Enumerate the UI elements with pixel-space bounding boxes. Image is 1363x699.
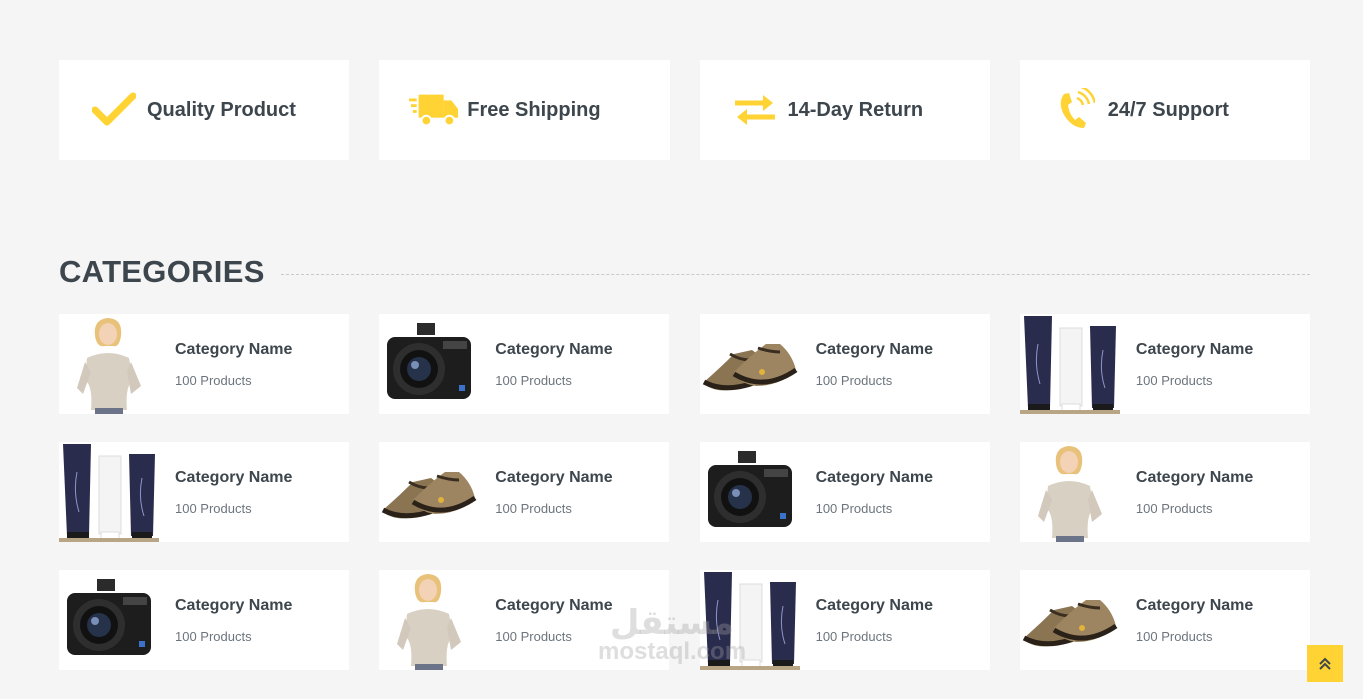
category-count: 100 Products bbox=[175, 372, 252, 388]
feature-support: 24/7 Support bbox=[1019, 60, 1310, 160]
category-count: 100 Products bbox=[495, 500, 572, 516]
category-count: 100 Products bbox=[495, 628, 572, 644]
category-image bbox=[379, 442, 479, 542]
category-count: 100 Products bbox=[1135, 628, 1213, 644]
feature-label: Quality Product bbox=[147, 98, 296, 121]
category-card[interactable]: Category Name 100 Products bbox=[1019, 570, 1310, 670]
category-card[interactable]: Category Name 100 Products bbox=[59, 314, 349, 414]
category-count: 100 Products bbox=[815, 372, 893, 388]
category-count: 100 Products bbox=[495, 372, 572, 388]
category-count: 100 Products bbox=[175, 628, 252, 644]
category-info: Category Name 100 Products bbox=[816, 469, 933, 516]
category-count: 100 Products bbox=[815, 628, 893, 644]
category-name[interactable]: Category Name bbox=[175, 341, 292, 359]
category-info: Category Name 100 Products bbox=[175, 597, 292, 644]
category-name[interactable]: Category Name bbox=[495, 597, 612, 615]
feature-label: 24/7 Support bbox=[1107, 98, 1229, 121]
category-card[interactable]: Category Name 100 Products bbox=[379, 314, 670, 414]
category-image bbox=[1020, 570, 1120, 670]
category-image bbox=[1020, 442, 1120, 542]
category-image bbox=[1019, 314, 1120, 414]
category-card[interactable]: Category Name 100 Products bbox=[1019, 314, 1310, 414]
feature-return: 14-Day Return bbox=[699, 60, 990, 160]
category-count: 100 Products bbox=[1135, 500, 1213, 516]
category-image bbox=[59, 442, 159, 542]
watermark: مستقل mostaql.com bbox=[598, 606, 746, 664]
category-card[interactable]: Category Name 100 Products bbox=[379, 442, 670, 542]
categories-header: CATEGORIES bbox=[59, 252, 1310, 292]
watermark-latin: mostaql.com bbox=[598, 638, 747, 665]
feature-label: 14-Day Return bbox=[787, 98, 924, 121]
category-count: 100 Products bbox=[1135, 372, 1213, 388]
phone-icon bbox=[1050, 85, 1100, 135]
category-name[interactable]: Category Name bbox=[495, 469, 612, 487]
category-info: Category Name 100 Products bbox=[495, 341, 612, 388]
category-info: Category Name 100 Products bbox=[1136, 597, 1253, 644]
category-info: Category Name 100 Products bbox=[816, 341, 933, 388]
category-info: Category Name 100 Products bbox=[1136, 469, 1253, 516]
category-name[interactable]: Category Name bbox=[1136, 597, 1253, 615]
feature-shipping: Free Shipping bbox=[379, 60, 670, 160]
category-name[interactable]: Category Name bbox=[816, 597, 933, 615]
category-info: Category Name 100 Products bbox=[1136, 341, 1253, 388]
feature-quality: Quality Product bbox=[59, 60, 350, 160]
category-card[interactable]: Category Name 100 Products bbox=[1019, 442, 1310, 542]
category-image bbox=[379, 570, 479, 670]
category-name[interactable]: Category Name bbox=[1136, 469, 1253, 487]
category-count: 100 Products bbox=[175, 500, 252, 516]
category-info: Category Name 100 Products bbox=[816, 597, 933, 644]
category-image bbox=[59, 314, 159, 414]
category-name[interactable]: Category Name bbox=[175, 469, 292, 487]
category-name[interactable]: Category Name bbox=[816, 341, 933, 359]
category-card[interactable]: Category Name 100 Products bbox=[699, 314, 990, 414]
category-count: 100 Products bbox=[815, 500, 893, 516]
category-info: Category Name 100 Products bbox=[175, 341, 292, 388]
check-icon bbox=[89, 85, 139, 135]
category-info: Category Name 100 Products bbox=[495, 597, 612, 644]
truck-icon bbox=[409, 85, 459, 135]
category-name[interactable]: Category Name bbox=[495, 341, 612, 359]
category-image bbox=[700, 314, 800, 414]
features-bar: Quality Product Free Shipping 14-Day Ret… bbox=[59, 60, 1310, 160]
category-card[interactable]: Category Name 100 Products bbox=[59, 442, 349, 542]
category-image bbox=[379, 314, 479, 414]
feature-label: Free Shipping bbox=[467, 98, 601, 121]
category-image bbox=[59, 570, 159, 670]
category-name[interactable]: Category Name bbox=[1136, 341, 1253, 359]
exchange-icon bbox=[730, 85, 780, 135]
category-image bbox=[700, 442, 800, 542]
category-info: Category Name 100 Products bbox=[175, 469, 292, 516]
section-title: CATEGORIES bbox=[59, 254, 265, 289]
category-card[interactable]: Category Name 100 Products bbox=[699, 442, 990, 542]
category-name[interactable]: Category Name bbox=[175, 597, 292, 615]
category-info: Category Name 100 Products bbox=[495, 469, 612, 516]
back-to-top-button[interactable] bbox=[1307, 645, 1343, 682]
double-chevron-up-icon bbox=[1319, 657, 1331, 670]
divider bbox=[280, 273, 1310, 275]
category-name[interactable]: Category Name bbox=[816, 469, 933, 487]
category-card[interactable]: Category Name 100 Products bbox=[59, 570, 349, 670]
watermark-arabic: مستقل bbox=[609, 604, 735, 642]
